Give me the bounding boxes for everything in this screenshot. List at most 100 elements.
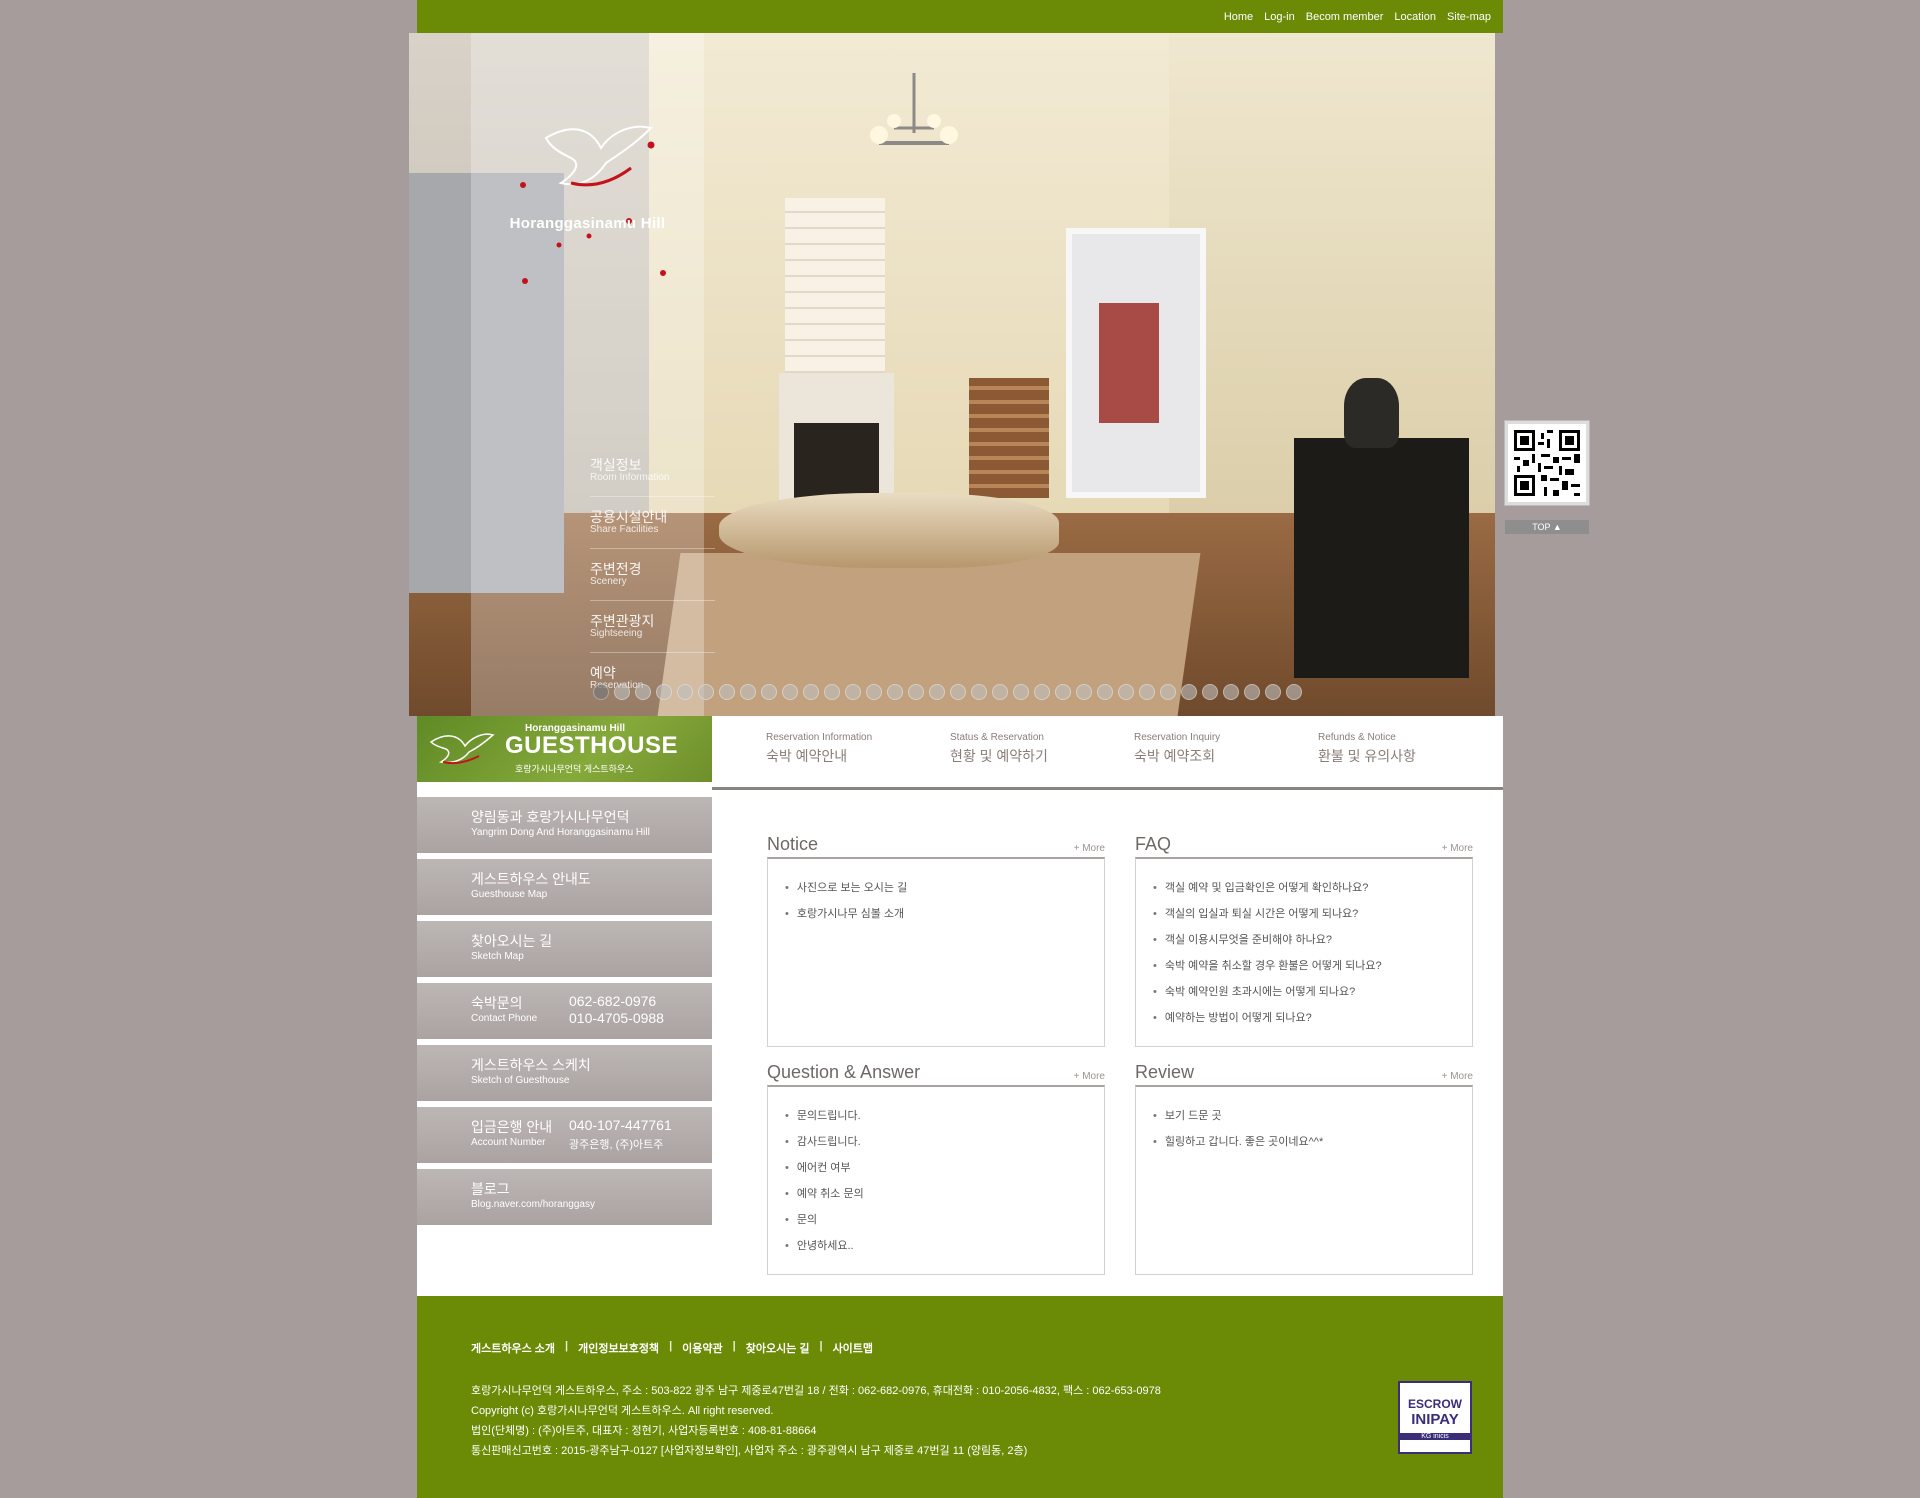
tab-reservation-info[interactable]: Reservation Information 숙박 예약안내	[766, 732, 872, 766]
slider-dot[interactable]	[1286, 684, 1302, 700]
slider-dot[interactable]	[929, 684, 945, 700]
list-item[interactable]: 객실의 입실과 퇴실 시간은 어떻게 되나요?	[1153, 901, 1455, 927]
tab-reservation-inquiry[interactable]: Reservation Inquiry 숙박 예약조회	[1134, 732, 1220, 766]
hero-menu-panel: Horanggasinamu Hill 객실정보 Room Informatio…	[471, 33, 715, 716]
slider-dot[interactable]	[782, 684, 798, 700]
side-item-contact-phone[interactable]: 숙박문의 Contact Phone 062-682-0976 010-4705…	[417, 982, 712, 1039]
slider-dot[interactable]	[1223, 684, 1239, 700]
escrow-badge[interactable]: ESCROW INIPAY KG inicis	[1398, 1381, 1472, 1454]
faq-more-link[interactable]: + More	[1442, 843, 1473, 854]
list-item[interactable]: 예약 취소 문의	[785, 1181, 1087, 1207]
slider-dot[interactable]	[677, 684, 693, 700]
slider-dot[interactable]	[1202, 684, 1218, 700]
slider-dot[interactable]	[1013, 684, 1029, 700]
hero-menu-share-facilities[interactable]: 공용시설안내 Share Facilities	[590, 497, 715, 549]
slider-dot[interactable]	[971, 684, 987, 700]
list-item[interactable]: 힐링하고 갑니다. 좋은 곳이네요^^*	[1153, 1129, 1455, 1155]
list-item[interactable]: 객실 예약 및 입금확인은 어떻게 확인하나요?	[1153, 875, 1455, 901]
list-item[interactable]: 감사드립니다.	[785, 1129, 1087, 1155]
escrow-line2: INIPAY	[1411, 1411, 1459, 1428]
slider-dot[interactable]	[761, 684, 777, 700]
side-item-sketch-map[interactable]: 찾아오시는 길 Sketch Map	[417, 920, 712, 977]
list-item[interactable]: 예약하는 방법이 어떻게 되나요?	[1153, 1005, 1455, 1031]
slider-dot[interactable]	[887, 684, 903, 700]
slider-dot[interactable]	[1160, 684, 1176, 700]
main-content: Horanggasinamu Hill GUESTHOUSE 호랑가시나무언덕 …	[417, 716, 1503, 1296]
scroll-top-button[interactable]: TOP ▲	[1505, 520, 1589, 534]
side-item-sublabel: Account Number	[471, 1137, 546, 1148]
slider-dot[interactable]	[1055, 684, 1071, 700]
tab-sublabel: Status & Reservation	[950, 732, 1044, 743]
hero-menu-sublabel: Share Facilities	[590, 524, 659, 535]
slider-dot[interactable]	[635, 684, 651, 700]
slider-dot[interactable]	[1118, 684, 1134, 700]
slider-dot[interactable]	[1244, 684, 1260, 700]
slider-dot[interactable]	[698, 684, 714, 700]
list-item[interactable]: 숙박 예약인원 초과시에는 어떻게 되나요?	[1153, 979, 1455, 1005]
slider-dot[interactable]	[908, 684, 924, 700]
list-item[interactable]: 호랑가시나무 심볼 소개	[785, 901, 1087, 927]
slider-dot[interactable]	[866, 684, 882, 700]
list-item[interactable]: 안녕하세요..	[785, 1233, 1087, 1259]
list-item[interactable]: 사진으로 보는 오시는 길	[785, 875, 1087, 901]
nav-join-link[interactable]: Becom member	[1306, 11, 1384, 23]
slider-dot[interactable]	[1265, 684, 1281, 700]
list-item[interactable]: 숙박 예약을 취소할 경우 환불은 어떻게 되나요?	[1153, 953, 1455, 979]
slider-dot[interactable]	[656, 684, 672, 700]
slider-dot[interactable]	[1034, 684, 1050, 700]
nav-location-link[interactable]: Location	[1394, 11, 1436, 23]
banner-line3: 호랑가시나무언덕 게스트하우스	[515, 764, 634, 774]
nav-home-link[interactable]: Home	[1224, 11, 1253, 23]
footer-separator: |	[565, 1340, 569, 1352]
footer-link-about[interactable]: 게스트하우스 소개	[471, 1340, 555, 1356]
side-item-account[interactable]: 입금은행 안내 Account Number 040-107-447761 광주…	[417, 1106, 712, 1163]
escrow-line3: KG inicis	[1400, 1433, 1470, 1440]
tab-refunds-notice[interactable]: Refunds & Notice 환불 및 유의사항	[1318, 732, 1416, 766]
slider-dot[interactable]	[1181, 684, 1197, 700]
logo-name: Horanggasinamu Hill	[509, 215, 666, 232]
hero-menu-sublabel: Sightseeing	[590, 628, 643, 639]
hero-menu-sightseeing[interactable]: 주변관광지 Sightseeing	[590, 601, 715, 653]
slider-dot[interactable]	[824, 684, 840, 700]
slider-dot[interactable]	[1139, 684, 1155, 700]
slider-dot[interactable]	[740, 684, 756, 700]
qr-code-icon	[1514, 430, 1580, 496]
footer-link-sitemap[interactable]: 사이트맵	[833, 1340, 873, 1356]
side-item-blog[interactable]: 블로그 Blog.naver.com/horanggasy	[417, 1168, 712, 1225]
account-bank: 광주은행, (주)아트주	[569, 1139, 664, 1151]
footer-link-terms[interactable]: 이용약관	[682, 1340, 722, 1356]
side-item-sketch-guesthouse[interactable]: 게스트하우스 스케치 Sketch of Guesthouse	[417, 1044, 712, 1101]
list-item[interactable]: 문의드립니다.	[785, 1103, 1087, 1129]
side-item-guesthouse-map[interactable]: 게스트하우스 안내도 Guesthouse Map	[417, 858, 712, 915]
slider-dot[interactable]	[992, 684, 1008, 700]
banner-line2: GUESTHOUSE	[505, 732, 679, 759]
slider-dot[interactable]	[845, 684, 861, 700]
slider-dot[interactable]	[593, 684, 609, 700]
review-more-link[interactable]: + More	[1442, 1071, 1473, 1082]
slider-dot[interactable]	[1097, 684, 1113, 700]
board-list: 보기 드문 곳 힐링하고 갑니다. 좋은 곳이네요^^*	[1135, 1085, 1473, 1275]
hero-menu-room-info[interactable]: 객실정보 Room Information	[590, 445, 715, 497]
list-item[interactable]: 에어컨 여부	[785, 1155, 1087, 1181]
board-list: 문의드립니다. 감사드립니다. 에어컨 여부 예약 취소 문의 문의 안녕하세요…	[767, 1085, 1105, 1275]
nav-sitemap-link[interactable]: Site-map	[1447, 11, 1491, 23]
guesthouse-banner[interactable]: Horanggasinamu Hill GUESTHOUSE 호랑가시나무언덕 …	[417, 716, 712, 782]
slider-dot[interactable]	[614, 684, 630, 700]
tab-status-reservation[interactable]: Status & Reservation 현황 및 예약하기	[950, 732, 1048, 766]
qna-more-link[interactable]: + More	[1074, 1071, 1105, 1082]
hero-menu-scenery[interactable]: 주변전경 Scenery	[590, 549, 715, 601]
side-item-yangrim[interactable]: 양림동과 호랑가시나무언덕 Yangrim Dong And Horanggas…	[417, 796, 712, 853]
list-item[interactable]: 객실 이용시무엇을 준비해야 하나요?	[1153, 927, 1455, 953]
list-item[interactable]: 보기 드문 곳	[1153, 1103, 1455, 1129]
notice-more-link[interactable]: + More	[1074, 843, 1105, 854]
slider-dot[interactable]	[950, 684, 966, 700]
footer-link-directions[interactable]: 찾아오시는 길	[746, 1340, 810, 1356]
slider-dot[interactable]	[803, 684, 819, 700]
list-item[interactable]: 문의	[785, 1207, 1087, 1233]
nav-login-link[interactable]: Log-in	[1264, 11, 1295, 23]
side-item-sublabel: Sketch of Guesthouse	[471, 1075, 570, 1086]
contact-phone-2: 010-4705-0988	[569, 1010, 664, 1026]
footer-link-privacy[interactable]: 개인정보보호정책	[578, 1340, 659, 1356]
slider-dot[interactable]	[719, 684, 735, 700]
slider-dot[interactable]	[1076, 684, 1092, 700]
